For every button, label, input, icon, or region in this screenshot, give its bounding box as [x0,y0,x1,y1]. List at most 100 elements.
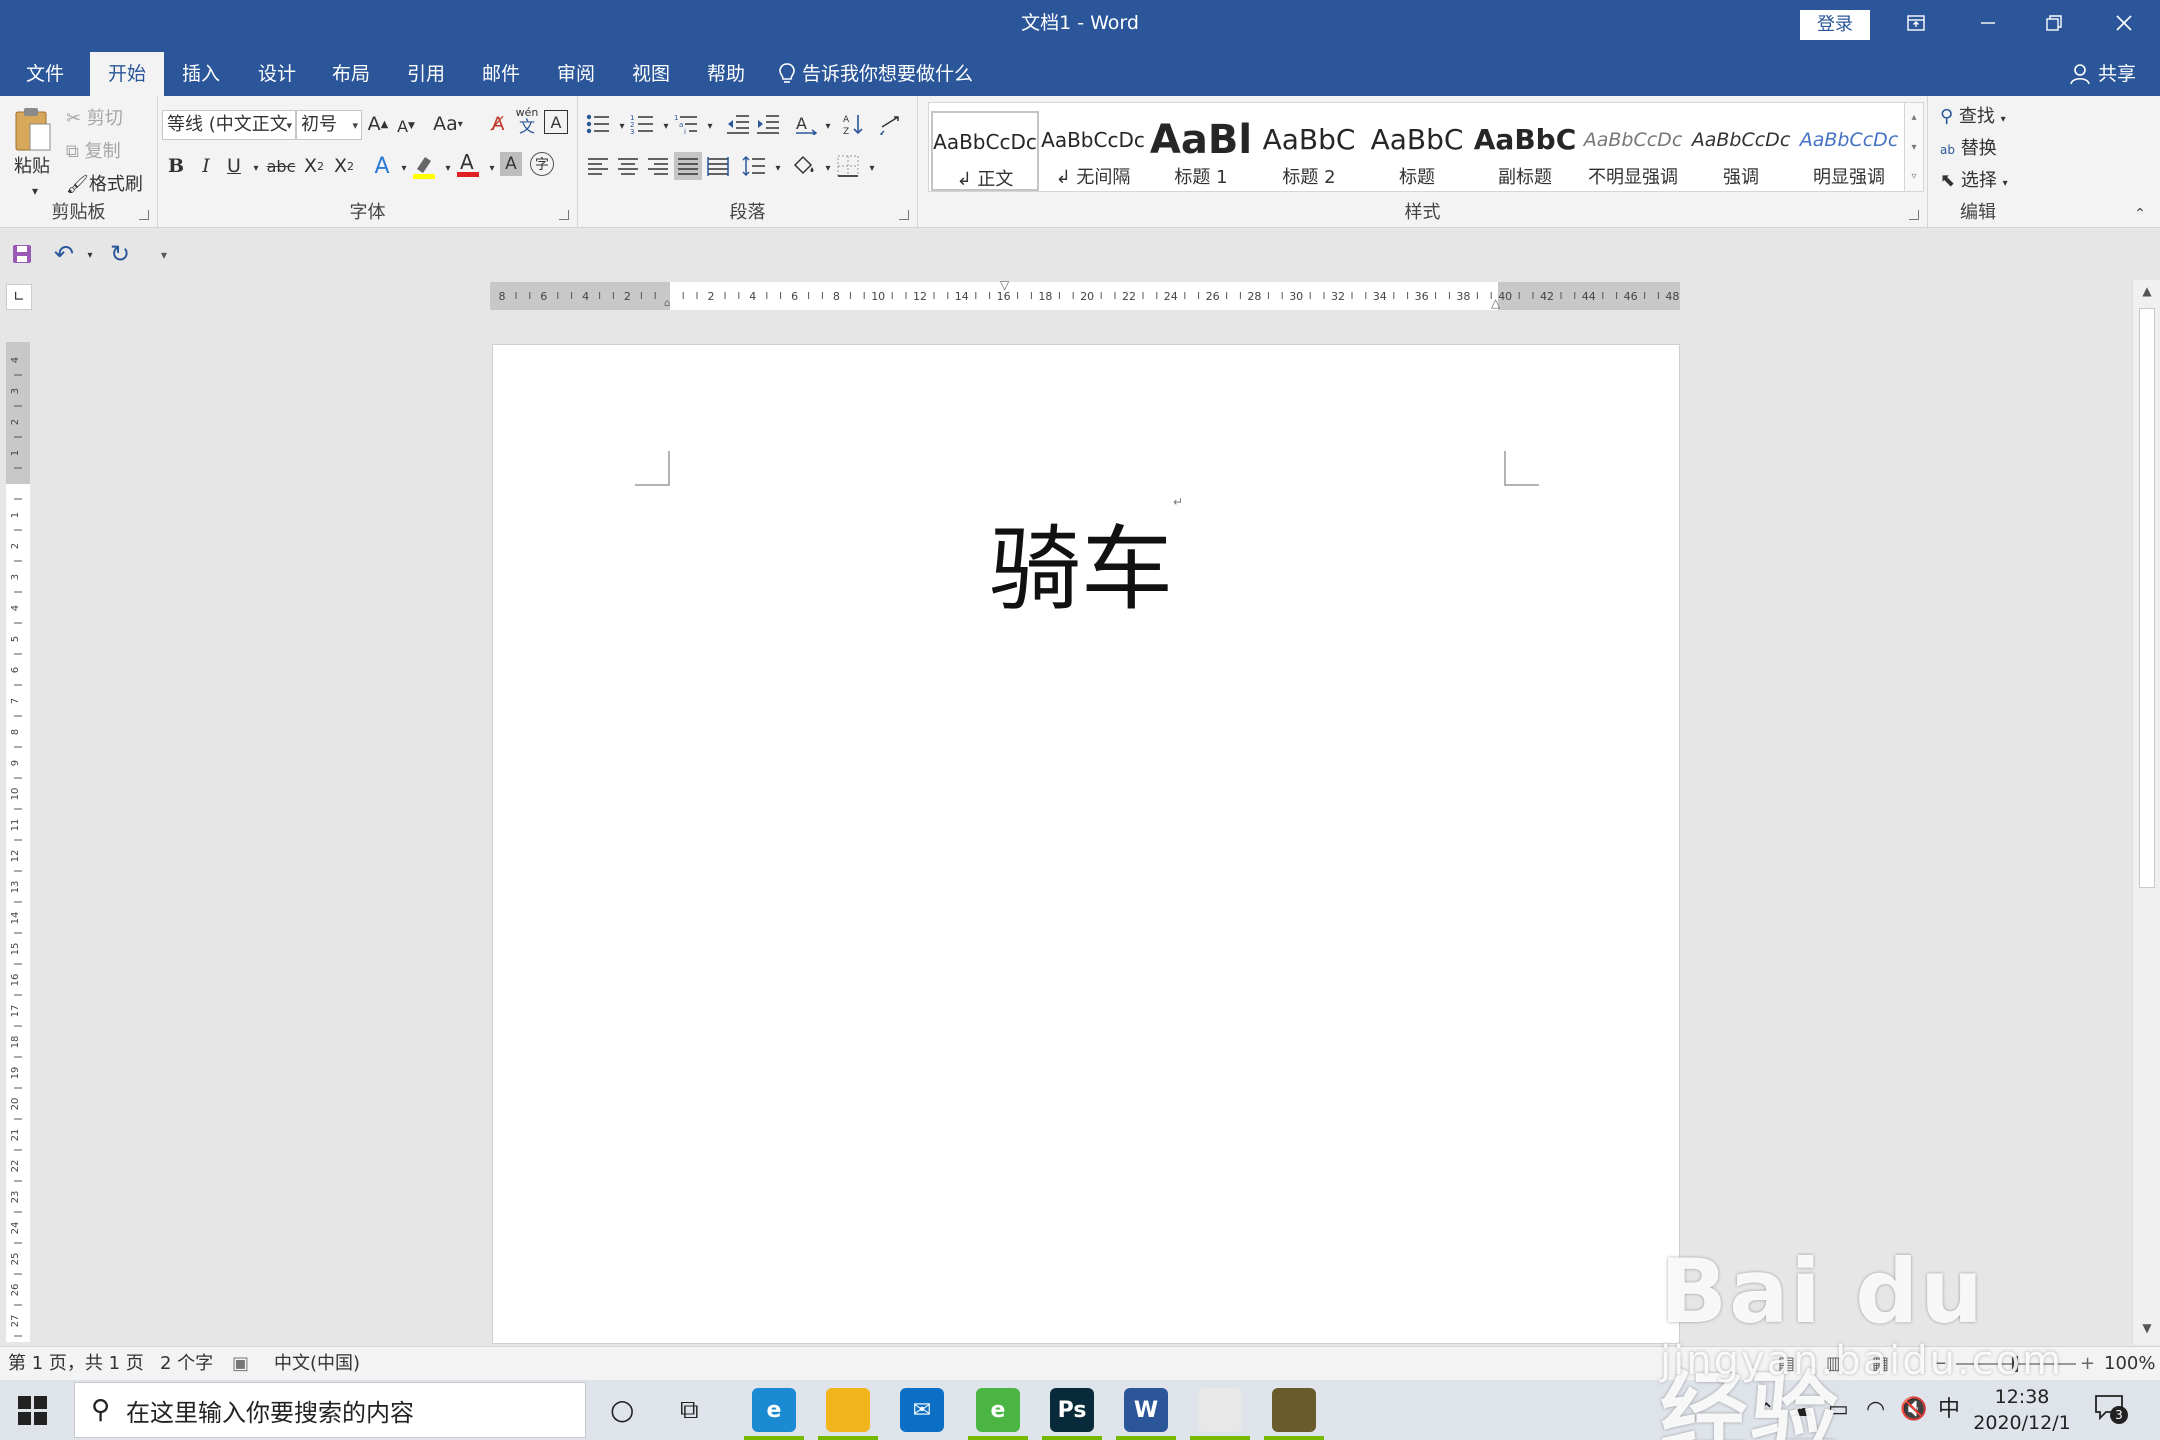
paste-icon[interactable] [12,104,52,154]
font-launcher-icon[interactable] [559,210,569,220]
language-indicator[interactable]: 中文(中国) [274,1347,360,1381]
customize-qat-icon[interactable]: ▾ [150,241,178,269]
find-button[interactable]: ⚲ 查找 ▾ [1940,102,2006,128]
borders-dropdown-icon[interactable]: ▾ [858,154,886,182]
scroll-up-arrow-icon[interactable]: ▲ [2133,284,2160,304]
line-spacing-dropdown-icon[interactable]: ▾ [764,154,792,182]
tab-file[interactable]: 文件 [10,52,80,96]
superscript-button[interactable]: X2 [330,152,358,180]
clipboard-launcher-icon[interactable] [139,210,149,220]
align-left-icon[interactable] [584,152,612,180]
decrease-indent-icon[interactable] [724,110,752,138]
increase-indent-icon[interactable] [754,110,782,138]
style-no-spacing[interactable]: AaBbCcDc ↲ 无间隔 [1039,111,1147,191]
minimize-icon[interactable] [1952,0,2024,46]
align-right-icon[interactable] [644,152,672,180]
tab-review[interactable]: 审阅 [541,52,611,96]
mail-icon[interactable]: ✉ [900,1388,944,1432]
photoshop-icon[interactable]: Ps [1050,1388,1094,1432]
format-painter-button[interactable]: 🖌格式刷 [66,170,143,196]
replace-button[interactable]: ab 替换 [1940,134,1997,160]
qq-penguin-icon[interactable] [1198,1388,1242,1432]
sort-icon[interactable]: AZ [840,110,868,138]
file-explorer-icon[interactable] [826,1388,870,1432]
justify-icon[interactable] [674,152,702,180]
repeat-icon[interactable]: ↻ [106,240,134,268]
change-case-button[interactable]: Aa ▾ [428,110,468,138]
tab-home[interactable]: 开始 [90,52,164,96]
clear-formatting-icon[interactable]: A̸ [484,110,512,138]
bold-button[interactable]: B [162,152,190,180]
tab-insert[interactable]: 插入 [166,52,236,96]
tab-help[interactable]: 帮助 [691,52,761,96]
paste-dropdown-icon[interactable]: ▾ [32,184,38,198]
right-indent-icon[interactable]: △ [1491,296,1500,310]
first-line-indent-icon[interactable]: ▽ [1000,278,1009,292]
strikethrough-button[interactable]: abc [264,152,298,180]
style-title[interactable]: AaBbC 标题 [1363,111,1471,191]
notification-center-icon[interactable]: 3 [2094,1394,2128,1426]
font-name-select[interactable]: 等线 (中文正文 ▾ [162,110,296,140]
italic-button[interactable]: I [192,152,220,180]
cortana-icon[interactable]: ○ [610,1380,634,1440]
shrink-font-icon[interactable]: A ▼ [392,112,420,140]
style-intense-emphasis[interactable]: AaBbCcDc 明显强调 [1795,111,1903,191]
close-icon[interactable] [2088,0,2160,46]
edge-icon[interactable]: e [752,1388,796,1432]
left-indent-icon[interactable]: ⌂ [664,298,670,309]
copy-button[interactable]: ⧉ 复制 [66,137,121,163]
undo-icon[interactable]: ↶ [50,240,78,268]
taskbar-search[interactable]: ⚲ 在这里输入你要搜索的内容 [74,1382,586,1438]
style-heading-1[interactable]: AaBl 标题 1 [1147,111,1255,191]
document-page[interactable]: 骑车 ↵ [492,344,1680,1344]
scroll-down-arrow-icon[interactable]: ▼ [2133,1321,2160,1341]
save-icon[interactable] [8,240,36,268]
ie-browser-icon[interactable]: e [976,1388,1020,1432]
undo-dropdown-icon[interactable]: ▾ [76,241,104,269]
word-icon[interactable]: W [1124,1388,1168,1432]
paragraph-launcher-icon[interactable] [899,210,909,220]
cut-button[interactable]: ✂ 剪切 [66,104,123,130]
word-count[interactable]: 2 个字 [160,1347,213,1381]
character-shading-icon[interactable]: A [500,152,522,176]
restore-icon[interactable] [2018,0,2090,46]
character-border-icon[interactable]: A [544,110,568,134]
share-button[interactable]: 共享 [2070,52,2136,96]
multilevel-dropdown-icon[interactable]: ▾ [696,112,724,140]
tab-mailings[interactable]: 邮件 [466,52,536,96]
tab-design[interactable]: 设计 [242,52,312,96]
tab-layout[interactable]: 布局 [316,52,386,96]
tell-me-search[interactable]: 告诉我你想要做什么 [778,52,973,96]
enclose-characters-icon[interactable]: 字 [530,152,554,176]
distributed-icon[interactable] [704,152,732,180]
paste-button[interactable]: 粘贴 [14,152,50,178]
zoom-level[interactable]: 100% [2104,1347,2155,1381]
login-button[interactable]: 登录 [1800,10,1870,40]
style-emphasis[interactable]: AaBbCcDc 强调 [1687,111,1795,191]
scrollbar-thumb[interactable] [2139,308,2155,888]
tab-references[interactable]: 引用 [391,52,461,96]
style-normal[interactable]: AaBbCcDc ↲ 正文 [931,111,1039,191]
chinese-layout-dropdown-icon[interactable]: ▾ [814,112,842,140]
document-body-text[interactable]: 骑车 ↵ [493,495,1679,628]
grow-font-icon[interactable]: A ▲ [364,110,392,138]
page-count[interactable]: 第 1 页，共 1 页 [8,1347,144,1381]
align-center-icon[interactable] [614,152,642,180]
font-size-select[interactable]: 初号 ▾ [296,110,362,140]
scroll-up-icon[interactable]: ▴ [1905,103,1923,133]
show-formatting-marks-icon[interactable] [876,110,904,138]
zoom-in-icon[interactable]: + [2080,1347,2095,1381]
game-icon[interactable] [1272,1388,1316,1432]
vertical-scrollbar[interactable]: ▲ ▼ [2132,280,2160,1345]
style-heading-2[interactable]: AaBbC 标题 2 [1255,111,1363,191]
styles-more-icon[interactable]: ▿ [1905,163,1923,191]
style-subtitle[interactable]: AaBbC 副标题 [1471,111,1579,191]
tab-selector-icon[interactable]: ∟ [6,284,32,310]
styles-launcher-icon[interactable] [1909,210,1919,220]
style-subtle-emphasis[interactable]: AaBbCcDc 不明显强调 [1579,111,1687,191]
collapse-ribbon-icon[interactable]: ⌃ [2126,200,2154,228]
windows-start-icon[interactable] [18,1396,48,1426]
tab-view[interactable]: 视图 [616,52,686,96]
ribbon-display-icon[interactable] [1880,0,1952,46]
phonetic-guide-button[interactable]: wén 文 [514,106,540,140]
